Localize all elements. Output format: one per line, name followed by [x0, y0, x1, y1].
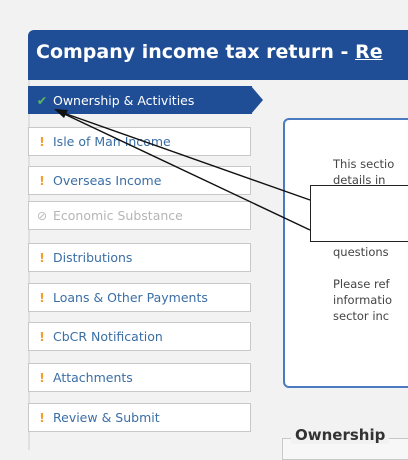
- warning-icon: !: [39, 410, 45, 425]
- nav-item-distributions[interactable]: ! Distributions: [28, 243, 251, 272]
- nav-item-label: Attachments: [53, 370, 133, 385]
- nav-item-overseas-income[interactable]: ! Overseas Income: [28, 166, 251, 195]
- warning-icon: !: [39, 290, 45, 305]
- page-title-text: Company income tax return -: [36, 41, 356, 63]
- page-title-link[interactable]: Re: [355, 41, 383, 63]
- nav-item-isle-of-man-income[interactable]: ! Isle of Man Income: [28, 127, 251, 156]
- nav-item-label: Overseas Income: [53, 173, 162, 188]
- info-text-line: informatio: [333, 293, 393, 307]
- checkmark-icon: ✔: [36, 93, 48, 108]
- warning-icon: !: [39, 329, 45, 344]
- warning-icon: !: [39, 173, 45, 188]
- annotation-callout-box: [310, 185, 408, 242]
- warning-icon: !: [39, 134, 45, 149]
- info-text-line: Please ref: [333, 277, 390, 291]
- page-title: Company income tax return - Re: [36, 41, 383, 63]
- nav-item-cbcr-notification[interactable]: ! CbCR Notification: [28, 322, 251, 351]
- page-header: Company income tax return - Re: [28, 30, 408, 80]
- warning-icon: !: [39, 250, 45, 265]
- info-text-line: questions: [333, 245, 389, 259]
- nav-item-loans-other-payments[interactable]: ! Loans & Other Payments: [28, 283, 251, 312]
- info-text-line: This sectio: [333, 157, 395, 171]
- nav-item-label: Distributions: [53, 250, 133, 265]
- nav-item-economic-substance: ⊘ Economic Substance: [28, 201, 251, 230]
- disabled-icon: ⊘: [36, 208, 48, 223]
- info-panel: This sectio details in questions Please …: [283, 118, 408, 388]
- nav-item-ownership-activities[interactable]: ✔ Ownership & Activities: [28, 86, 263, 114]
- nav-item-label: Ownership & Activities: [53, 93, 195, 108]
- info-text-line: sector inc: [333, 309, 390, 323]
- nav-item-label: Loans & Other Payments: [53, 290, 208, 305]
- nav-item-label: CbCR Notification: [53, 329, 163, 344]
- nav-item-label: Review & Submit: [53, 410, 160, 425]
- nav-item-attachments[interactable]: ! Attachments: [28, 363, 251, 392]
- ownership-section-heading: Ownership: [291, 426, 390, 444]
- nav-item-label: Isle of Man Income: [53, 134, 171, 149]
- warning-icon: !: [39, 370, 45, 385]
- nav-item-review-submit[interactable]: ! Review & Submit: [28, 403, 251, 432]
- nav-item-label: Economic Substance: [53, 208, 183, 223]
